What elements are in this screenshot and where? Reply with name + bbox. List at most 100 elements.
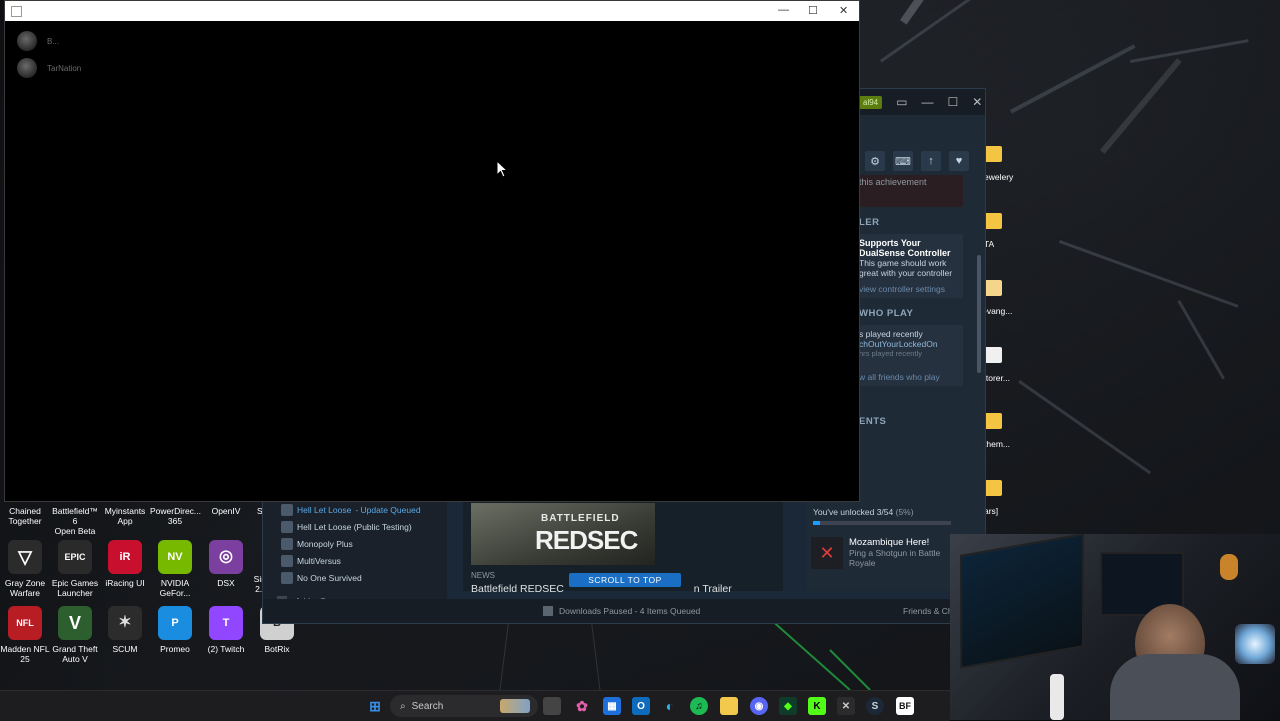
downloads-status[interactable]: Downloads Paused - 4 Items Queued [543,606,700,616]
all-friends-link[interactable]: w all friends who play [859,372,963,382]
search-icon: ⌕ [400,700,406,712]
maximize-icon[interactable]: ☐ [808,4,818,17]
webcam-monitor-left [960,534,1084,669]
steam-user-badge[interactable]: al94 [859,95,883,109]
library-list: Hell Let Loose - Update Queued Hell Let … [263,501,447,611]
folder-icon[interactable] [984,413,1002,429]
desktop-icon-label[interactable]: PowerDirec... 365 [150,506,201,526]
nvidia-icon: NV [158,540,192,574]
game-toolbar: ⚙ ⌨ ↑ ♥ [859,147,985,175]
steam-titlebar: al94 ▭ — ☐ ✕ [859,89,985,115]
app-icon [11,6,22,17]
game-thumb-icon [281,571,293,584]
gear-icon[interactable]: ⚙ [865,151,885,171]
game-thumb-icon [281,503,293,516]
achievement-hint: this achievement [859,175,963,207]
friend-name[interactable]: chOutYourLockedOn [859,339,963,349]
folder-icon[interactable] [984,146,1002,162]
desktop-icon-label[interactable]: Battlefield™ 6 Open Beta [50,506,100,536]
controller-heading: LER [859,217,880,228]
folder-label: ewelery [984,172,1014,182]
xbox-icon[interactable]: ✕ [837,697,855,715]
copilot-icon[interactable]: ✿ [573,697,591,715]
news-tag: NEWS [471,571,495,580]
game-thumb-icon [281,520,293,533]
library-item[interactable]: Hell Let Loose - Update Queued [263,501,447,518]
edge-icon[interactable]: ◐ [661,697,679,715]
twitch-icon: T [209,606,243,640]
minimize-icon[interactable]: — [921,95,933,109]
controller-card: Supports Your DualSense Controller This … [859,234,963,298]
file-explorer-icon[interactable] [720,697,738,715]
taskbar-search[interactable]: ⌕ Search [390,695,538,717]
desktop-icon-gray-zone[interactable]: ▽ Gray Zone Warfare [0,540,50,598]
steam-icon[interactable]: S [866,697,884,715]
maximize-icon[interactable]: ☐ [947,95,958,109]
avatar [17,58,37,78]
library-item[interactable]: Monopoly Plus [263,535,447,552]
desktop-icon-madden[interactable]: NFL Madden NFL 25 [0,606,50,664]
library-item[interactable]: Hell Let Loose (Public Testing) [263,518,447,535]
folder-label: itorer... [984,373,1010,383]
scrollbar[interactable] [977,255,981,373]
task-view-icon[interactable] [543,697,561,715]
achievements-heading: ENTS [859,416,887,427]
avatar [17,31,37,51]
file-icon[interactable] [984,347,1002,363]
folder-icon[interactable] [984,480,1002,496]
folder-icon[interactable] [984,213,1002,229]
discord-icon[interactable]: ◉ [750,697,768,715]
windows-start-icon[interactable]: ⊞ [366,697,384,715]
controller-settings-link[interactable]: view controller settings [859,284,963,294]
promeo-icon: P [158,606,192,640]
user-row[interactable]: TarNation [17,58,81,78]
folder-label: ars] [984,506,999,516]
heart-icon[interactable]: ♥ [949,151,969,171]
folder-label: -vang... [984,306,1013,316]
folder-icon[interactable] [984,280,1002,296]
news-image[interactable]: BATTLEFIELD REDSEC [471,503,655,565]
minimize-icon[interactable]: — [778,4,789,16]
upload-icon[interactable]: ↑ [921,151,941,171]
desktop-icon-twitch[interactable]: T (2) Twitch [201,606,251,654]
user-row[interactable]: B... [17,31,59,51]
monitor-icon[interactable]: ▭ [896,95,907,109]
desktop-icon-gta[interactable]: V Grand Theft Auto V [50,606,100,664]
achievements-panel: You've unlocked 3/54 (5%) ✕ Mozambique H… [807,501,957,591]
mouse-cursor-icon [496,160,508,178]
spotify-icon[interactable]: ♫ [690,697,708,715]
webcam-lamp [1220,554,1238,580]
desktop-icon-label[interactable]: Myinstants App [100,506,150,526]
calendar-icon[interactable]: ▦ [603,697,621,715]
desktop-icon-nvidia[interactable]: NV NVIDIA GeFor... [150,540,200,598]
game-thumb-icon [281,537,293,550]
desktop-icon-epic[interactable]: EPIC Epic Games Launcher [50,540,100,598]
kick-icon[interactable]: K [808,697,826,715]
iracing-icon: iR [108,540,142,574]
gray-zone-icon: ▽ [8,540,42,574]
game-thumb-icon [281,554,293,567]
close-icon[interactable]: ✕ [972,95,982,109]
friends-heading: WHO PLAY [859,308,914,319]
achievement-item[interactable]: ✕ Mozambique Here! Ping a Shotgun in Bat… [807,525,957,569]
desktop-icon-scum[interactable]: ✶ SCUM [100,606,150,654]
achievement-icon: ✕ [811,537,843,569]
app-icon[interactable]: ◆ [779,697,797,715]
close-icon[interactable]: ✕ [839,4,848,17]
download-icon [543,606,553,616]
game-side-panel: ⚙ ⌨ ↑ ♥ this achievement LER Supports Yo… [859,115,985,535]
scum-icon: ✶ [108,606,142,640]
desktop-icon-iracing[interactable]: iR iRacing UI [100,540,150,588]
library-item[interactable]: MultiVersus [263,552,447,569]
desktop-icon-label[interactable]: Chained Together [0,506,50,526]
friends-chat-button[interactable]: Friends & Ch [903,606,953,616]
webcam-overlay [950,534,1280,720]
battlefield-icon[interactable]: BF [896,697,914,715]
library-item[interactable]: No One Survived [263,569,447,586]
scroll-to-top-button[interactable]: SCROLL TO TOP [569,573,681,587]
controller-icon[interactable]: ⌨ [893,151,913,171]
webcam-light [1235,624,1275,664]
desktop-icon-promeo[interactable]: P Promeo [150,606,200,654]
webcam-person-shirt [1110,654,1240,720]
outlook-icon[interactable]: O [632,697,650,715]
